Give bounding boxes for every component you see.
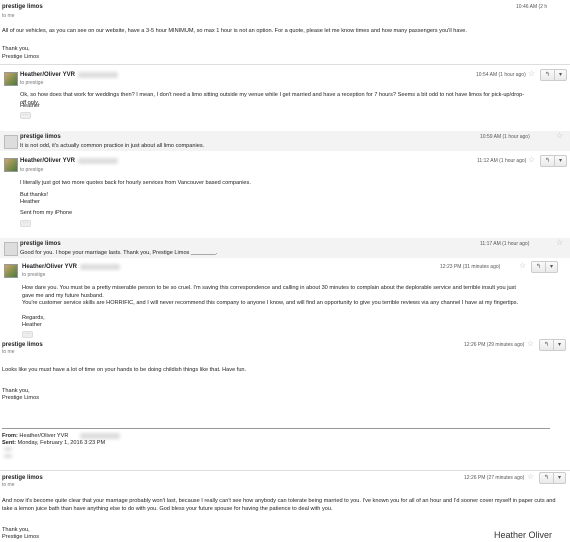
star-icon[interactable]: ☆	[527, 473, 534, 481]
recipient-label[interactable]: to prestige	[20, 167, 43, 173]
message-body: You're customer service skills are HORRI…	[22, 300, 519, 306]
quoted-sent-label: Sent:	[2, 440, 16, 446]
reply-button-group[interactable]: ↰ ▾	[539, 472, 567, 484]
star-icon[interactable]: ☆	[528, 70, 535, 78]
dots-icon[interactable]: ···	[22, 331, 33, 338]
sender-name[interactable]: Heather/Oliver YVR	[20, 158, 75, 164]
reply-arrow-icon[interactable]: ↰	[540, 473, 553, 483]
recipient-label: to me	[2, 13, 15, 19]
avatar[interactable]	[4, 264, 18, 278]
message-time: 12:26 PM (29 minutes ago)	[464, 342, 525, 348]
message-time: 12:26 PM (27 minutes ago)	[464, 475, 525, 481]
sender-name[interactable]: prestige limos	[20, 241, 61, 247]
quoted-sent: Sent: Monday, February 1, 2016 3:23 PM	[2, 439, 105, 447]
reply-button-group[interactable]: ↰ ▾	[540, 155, 568, 167]
message-snippet: Good for you. I hope your marriage lasts…	[20, 250, 218, 256]
message-time: 10:46 AM (2 h	[516, 4, 548, 10]
signoff-line: Thank you,	[2, 46, 30, 52]
chevron-down-icon[interactable]: ▾	[555, 156, 566, 166]
message-body: I literally just got two more quotes bac…	[20, 180, 251, 186]
divider	[0, 64, 570, 65]
redacted-line	[4, 447, 12, 451]
sender-name[interactable]: Heather/Oliver YVR	[22, 264, 77, 270]
signature: Heather	[20, 103, 40, 109]
message-time: 12:23 PM (31 minutes ago)	[440, 264, 501, 270]
dots-icon[interactable]: ···	[20, 112, 31, 119]
message-time: 10:54 AM (1 hour ago)	[476, 72, 526, 78]
recipient-label[interactable]: to prestige	[20, 80, 43, 86]
chevron-down-icon[interactable]: ▾	[555, 70, 566, 80]
redacted-email	[78, 158, 118, 164]
star-icon[interactable]: ☆	[556, 132, 563, 140]
photo-credit: Heather Oliver	[494, 530, 553, 540]
chevron-down-icon[interactable]: ▾	[546, 262, 557, 272]
signoff-line: Prestige Limos	[2, 534, 39, 540]
avatar	[4, 242, 18, 256]
reply-arrow-icon[interactable]: ↰	[541, 70, 554, 80]
recipient-label[interactable]: to me	[2, 482, 15, 488]
reply-button-group[interactable]: ↰ ▾	[531, 261, 559, 273]
signoff-line: Prestige Limos	[2, 395, 39, 401]
message-time: 11:12 AM (1 hour ago)	[477, 158, 527, 164]
sender-name: prestige limos	[2, 4, 43, 10]
redacted-email	[80, 264, 120, 270]
quoted-date: Monday, February 1, 2016 3:23 PM	[17, 440, 106, 446]
recipient-label[interactable]: to me	[2, 349, 15, 355]
message-body: Ok, so how does that work for weddings t…	[20, 92, 525, 107]
sender-name[interactable]: Heather/Oliver YVR	[20, 72, 75, 78]
signature: Heather	[22, 322, 42, 328]
message-time: 11:17 AM (1 hour ago)	[480, 241, 530, 247]
signature: Heather	[20, 199, 40, 205]
redacted-email	[78, 72, 118, 78]
reply-arrow-icon[interactable]: ↰	[541, 156, 554, 166]
signoff-line: Prestige Limos	[2, 54, 39, 60]
message-time: 10:59 AM (1 hour ago)	[480, 134, 530, 140]
reply-button-group[interactable]: ↰ ▾	[539, 339, 567, 351]
avatar[interactable]	[4, 72, 18, 86]
dots-icon[interactable]: ···	[20, 220, 31, 227]
star-icon[interactable]: ☆	[556, 239, 563, 247]
signature: Sent from my iPhone	[20, 210, 73, 216]
recipient-label[interactable]: to prestige	[22, 272, 45, 278]
chevron-down-icon[interactable]: ▾	[554, 340, 565, 350]
sender-name[interactable]: prestige limos	[2, 342, 43, 348]
avatar[interactable]	[4, 158, 18, 172]
redacted-line	[4, 454, 12, 458]
sender-name[interactable]: prestige limos	[20, 134, 61, 140]
star-icon[interactable]: ☆	[528, 156, 535, 164]
avatar	[4, 135, 18, 149]
message-body: All of our vehicles, as you can see on o…	[2, 28, 467, 34]
chevron-down-icon[interactable]: ▾	[554, 473, 565, 483]
divider	[0, 470, 570, 471]
reply-arrow-icon[interactable]: ↰	[540, 340, 553, 350]
sender-name[interactable]: prestige limos	[2, 475, 43, 481]
message-snippet: It is not odd, it's actually common prac…	[20, 143, 205, 149]
star-icon[interactable]: ☆	[519, 262, 526, 270]
message-body: How dare you. You must be a pretty miser…	[22, 285, 516, 300]
reply-arrow-icon[interactable]: ↰	[532, 262, 545, 272]
message-body: Looks like you must have a lot of time o…	[2, 367, 247, 373]
quote-divider	[2, 428, 550, 429]
reply-button-group[interactable]: ↰ ▾	[540, 69, 568, 81]
star-icon[interactable]: ☆	[527, 340, 534, 348]
message-body: And now it's become quite clear that you…	[2, 498, 556, 513]
